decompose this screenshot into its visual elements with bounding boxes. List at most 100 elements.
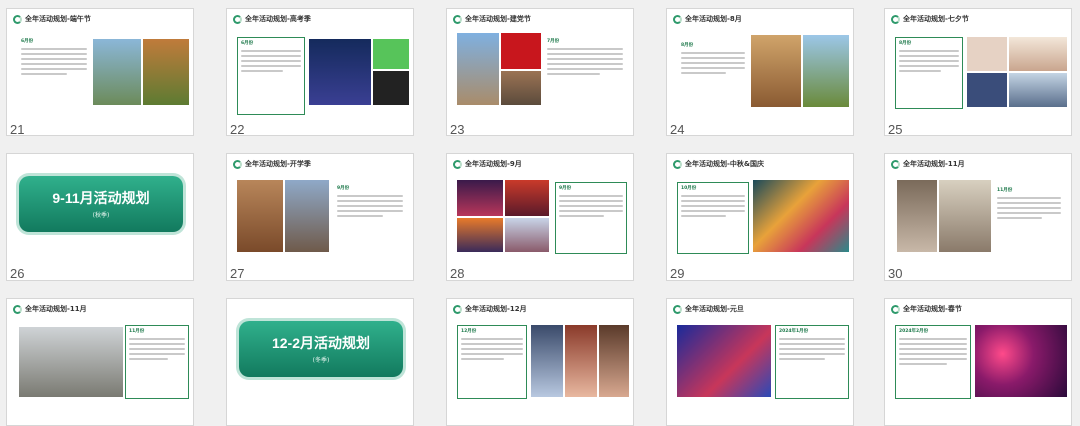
slide-thumbnail[interactable]: 全年活动规划-七夕节 8月份 xyxy=(884,8,1072,136)
photo xyxy=(237,180,283,252)
photo xyxy=(501,71,541,105)
month-label: 2024年1月份 xyxy=(779,329,809,334)
photo xyxy=(751,35,801,107)
slide-title: 全年活动规划-9月 xyxy=(465,160,522,168)
slide-title: 全年活动规划-中秋&国庆 xyxy=(685,160,765,168)
photo xyxy=(373,71,409,105)
slide-thumbnail[interactable]: 全年活动规划-高考季 6月份 xyxy=(226,8,414,136)
month-label: 6月份 xyxy=(21,39,34,44)
text-box: 6月份 xyxy=(17,35,91,111)
logo-icon xyxy=(233,14,242,24)
month-label: 12月份 xyxy=(461,329,477,334)
slide-title: 全年活动规划-春节 xyxy=(903,305,962,313)
slide-thumbnail[interactable]: 全年活动规划-端午节 6月份 xyxy=(6,8,194,136)
text-box: 8月份 xyxy=(895,37,963,109)
month-label: 9月份 xyxy=(337,186,350,191)
slide-thumbnail[interactable]: 全年活动规划-12月 12月份 xyxy=(446,298,634,426)
slide-number: 24 xyxy=(670,122,685,137)
text-box: 8月份 xyxy=(677,39,749,107)
photo xyxy=(939,180,991,252)
section-subtitle: (秋季) xyxy=(92,212,110,219)
slide-number: 25 xyxy=(888,122,903,137)
month-label: 7月份 xyxy=(547,39,560,44)
text-box: 7月份 xyxy=(543,35,627,107)
logo-icon xyxy=(891,159,900,169)
month-label: 10月份 xyxy=(681,186,697,191)
slide-title: 全年活动规划-11月 xyxy=(25,305,87,313)
slide-thumbnail[interactable]: 9-11月活动规划 (秋季) xyxy=(6,153,194,281)
slide-thumbnail[interactable]: 全年活动规划-建党节 7月份 xyxy=(446,8,634,136)
logo-icon xyxy=(453,14,462,24)
text-box: 2024年2月份 xyxy=(895,325,971,399)
slide-thumbnail[interactable]: 全年活动规划-11月 11月份 xyxy=(6,298,194,426)
logo-icon xyxy=(13,304,22,314)
logo-icon xyxy=(673,14,682,24)
slide-title: 全年活动规划-建党节 xyxy=(465,15,531,23)
slide-number: 22 xyxy=(230,122,245,137)
slide-number: 29 xyxy=(670,266,685,281)
slide-number: 27 xyxy=(230,266,245,281)
slide-number: 21 xyxy=(10,122,25,137)
photo xyxy=(975,325,1067,397)
slide-number: 26 xyxy=(10,266,25,281)
photo xyxy=(373,39,409,69)
section-title: 9-11月活动规划 xyxy=(52,190,150,206)
section-banner: 12-2月活动规划 (冬季) xyxy=(239,321,403,377)
photo xyxy=(143,39,189,105)
text-box: 9月份 xyxy=(333,182,407,254)
logo-icon xyxy=(13,14,22,24)
logo-icon xyxy=(891,14,900,24)
photo xyxy=(1009,73,1067,107)
photo xyxy=(505,180,549,216)
slide-thumbnail[interactable]: 12-2月活动规划 (冬季) xyxy=(226,298,414,426)
photo xyxy=(285,180,329,252)
slide-thumbnail[interactable]: 全年活动规划-元旦 2024年1月份 xyxy=(666,298,854,426)
month-label: 9月份 xyxy=(559,186,572,191)
text-box: 12月份 xyxy=(457,325,527,399)
slide-title: 全年活动规划-8月 xyxy=(685,15,742,23)
slide-thumbnail[interactable]: 全年活动规划-9月 9月份 xyxy=(446,153,634,281)
slide-thumbnail[interactable]: 全年活动规划-春节 2024年2月份 xyxy=(884,298,1072,426)
slide-thumbnail[interactable]: 全年活动规划-11月 11月份 xyxy=(884,153,1072,281)
slide-title: 全年活动规划-11月 xyxy=(903,160,965,168)
text-box: 9月份 xyxy=(555,182,627,254)
month-label: 2024年2月份 xyxy=(899,329,929,334)
month-label: 8月份 xyxy=(681,43,694,48)
slide-title: 全年活动规划-高考季 xyxy=(245,15,311,23)
photo xyxy=(967,37,1007,71)
photo xyxy=(457,180,503,216)
text-box: 2024年1月份 xyxy=(775,325,849,399)
slide-title: 全年活动规划-端午节 xyxy=(25,15,91,23)
photo xyxy=(599,325,629,397)
text-box: 11月份 xyxy=(993,184,1065,252)
month-label: 11月份 xyxy=(129,329,145,334)
logo-icon xyxy=(891,304,900,314)
photo xyxy=(897,180,937,252)
slide-thumbnail[interactable]: 全年活动规划-开学季 9月份 xyxy=(226,153,414,281)
logo-icon xyxy=(673,304,682,314)
month-label: 6月份 xyxy=(241,41,254,46)
slide-thumbnail[interactable]: 全年活动规划-中秋&国庆 10月份 xyxy=(666,153,854,281)
slide-number: 23 xyxy=(450,122,465,137)
photo xyxy=(309,39,371,105)
logo-icon xyxy=(233,159,242,169)
slide-number: 30 xyxy=(888,266,903,281)
slide-title: 全年活动规划-开学季 xyxy=(245,160,311,168)
photo xyxy=(531,325,563,397)
photo xyxy=(565,325,597,397)
logo-icon xyxy=(453,159,462,169)
logo-icon xyxy=(453,304,462,314)
slide-number: 28 xyxy=(450,266,465,281)
photo xyxy=(19,327,123,397)
photo xyxy=(803,35,849,107)
month-label: 11月份 xyxy=(997,188,1013,193)
photo xyxy=(677,325,771,397)
month-label: 8月份 xyxy=(899,41,912,46)
text-box: 11月份 xyxy=(125,325,189,399)
logo-icon xyxy=(673,159,682,169)
photo xyxy=(457,218,503,252)
photo xyxy=(753,180,849,252)
slide-thumbnail[interactable]: 全年活动规划-8月 8月份 xyxy=(666,8,854,136)
slide-title: 全年活动规划-元旦 xyxy=(685,305,744,313)
slide-title: 全年活动规划-12月 xyxy=(465,305,527,313)
